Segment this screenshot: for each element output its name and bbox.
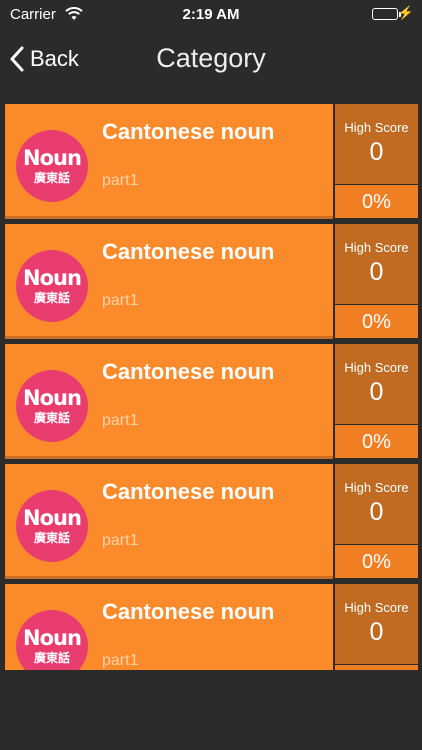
high-score-label: High Score (344, 600, 409, 615)
high-score-value: 0 (369, 138, 384, 166)
status-time: 2:19 AM (182, 6, 240, 23)
category-card[interactable]: Noun 廣東話 Cantonese noun part1 (5, 224, 333, 339)
category-title: Cantonese noun (102, 359, 275, 384)
category-subtitle: part1 (102, 412, 139, 429)
high-score-label: High Score (344, 240, 409, 255)
noun-badge-icon: Noun 廣東話 (16, 130, 88, 202)
charging-icon: ⚡ (397, 5, 414, 20)
progress-box: 0% (335, 425, 418, 458)
high-score-box: High Score 0 (335, 344, 418, 424)
badge-sublabel: 廣東話 (33, 651, 70, 665)
progress-box: 0% (335, 305, 418, 338)
high-score-value: 0 (369, 498, 384, 526)
category-row[interactable]: Noun 廣東話 Cantonese noun part1 High Score… (5, 104, 418, 219)
category-row[interactable]: Noun 廣東話 Cantonese noun part1 High Score… (5, 344, 418, 459)
badge-label: Noun (23, 266, 82, 290)
high-score-box: High Score 0 (335, 224, 418, 304)
navigation-bar: Back Category (0, 30, 422, 90)
category-row[interactable]: Noun 廣東話 Cantonese noun part1 High Score… (5, 584, 418, 670)
category-card[interactable]: Noun 廣東話 Cantonese noun part1 (5, 584, 333, 670)
high-score-label: High Score (344, 480, 409, 495)
badge-label: Noun (23, 626, 82, 650)
battery-icon (372, 8, 401, 20)
high-score-value: 0 (369, 618, 384, 646)
category-row[interactable]: Noun 廣東話 Cantonese noun part1 High Score… (5, 224, 418, 339)
category-title: Cantonese noun (102, 599, 275, 624)
high-score-box: High Score 0 (335, 104, 418, 184)
category-title: Cantonese noun (102, 119, 275, 144)
noun-badge-icon: Noun 廣東話 (16, 490, 88, 562)
status-bar: Carrier 2:19 AM ⚡ (0, 0, 422, 30)
badge-label: Noun (23, 506, 82, 530)
high-score-box: High Score 0 (335, 584, 418, 664)
progress-box: 0% (335, 665, 418, 670)
badge-sublabel: 廣東話 (33, 531, 70, 545)
noun-badge-icon: Noun 廣東話 (16, 610, 88, 670)
noun-badge-icon: Noun 廣東話 (16, 370, 88, 442)
category-card[interactable]: Noun 廣東話 Cantonese noun part1 (5, 104, 333, 219)
progress-box: 0% (335, 545, 418, 578)
progress-percent: 0% (362, 431, 391, 453)
page-title: Category (156, 43, 266, 73)
badge-label: Noun (23, 386, 82, 410)
progress-box: 0% (335, 185, 418, 218)
badge-sublabel: 廣東話 (33, 411, 70, 425)
high-score-box: High Score 0 (335, 464, 418, 544)
category-subtitle: part1 (102, 532, 139, 549)
category-subtitle: part1 (102, 292, 139, 309)
high-score-label: High Score (344, 360, 409, 375)
category-title: Cantonese noun (102, 239, 275, 264)
high-score-label: High Score (344, 120, 409, 135)
progress-percent: 0% (362, 311, 391, 333)
category-list[interactable]: Noun 廣東話 Cantonese noun part1 High Score… (5, 104, 418, 670)
badge-sublabel: 廣東話 (33, 171, 70, 185)
badge-sublabel: 廣東話 (33, 291, 70, 305)
category-row[interactable]: Noun 廣東話 Cantonese noun part1 High Score… (5, 464, 418, 579)
badge-label: Noun (23, 146, 82, 170)
high-score-value: 0 (369, 378, 384, 406)
category-card[interactable]: Noun 廣東話 Cantonese noun part1 (5, 464, 333, 579)
category-subtitle: part1 (102, 172, 139, 189)
category-subtitle: part1 (102, 652, 139, 669)
progress-percent: 0% (362, 551, 391, 573)
progress-percent: 0% (362, 191, 391, 213)
category-title: Cantonese noun (102, 479, 275, 504)
high-score-value: 0 (369, 258, 384, 286)
category-card[interactable]: Noun 廣東話 Cantonese noun part1 (5, 344, 333, 459)
noun-badge-icon: Noun 廣東話 (16, 250, 88, 322)
